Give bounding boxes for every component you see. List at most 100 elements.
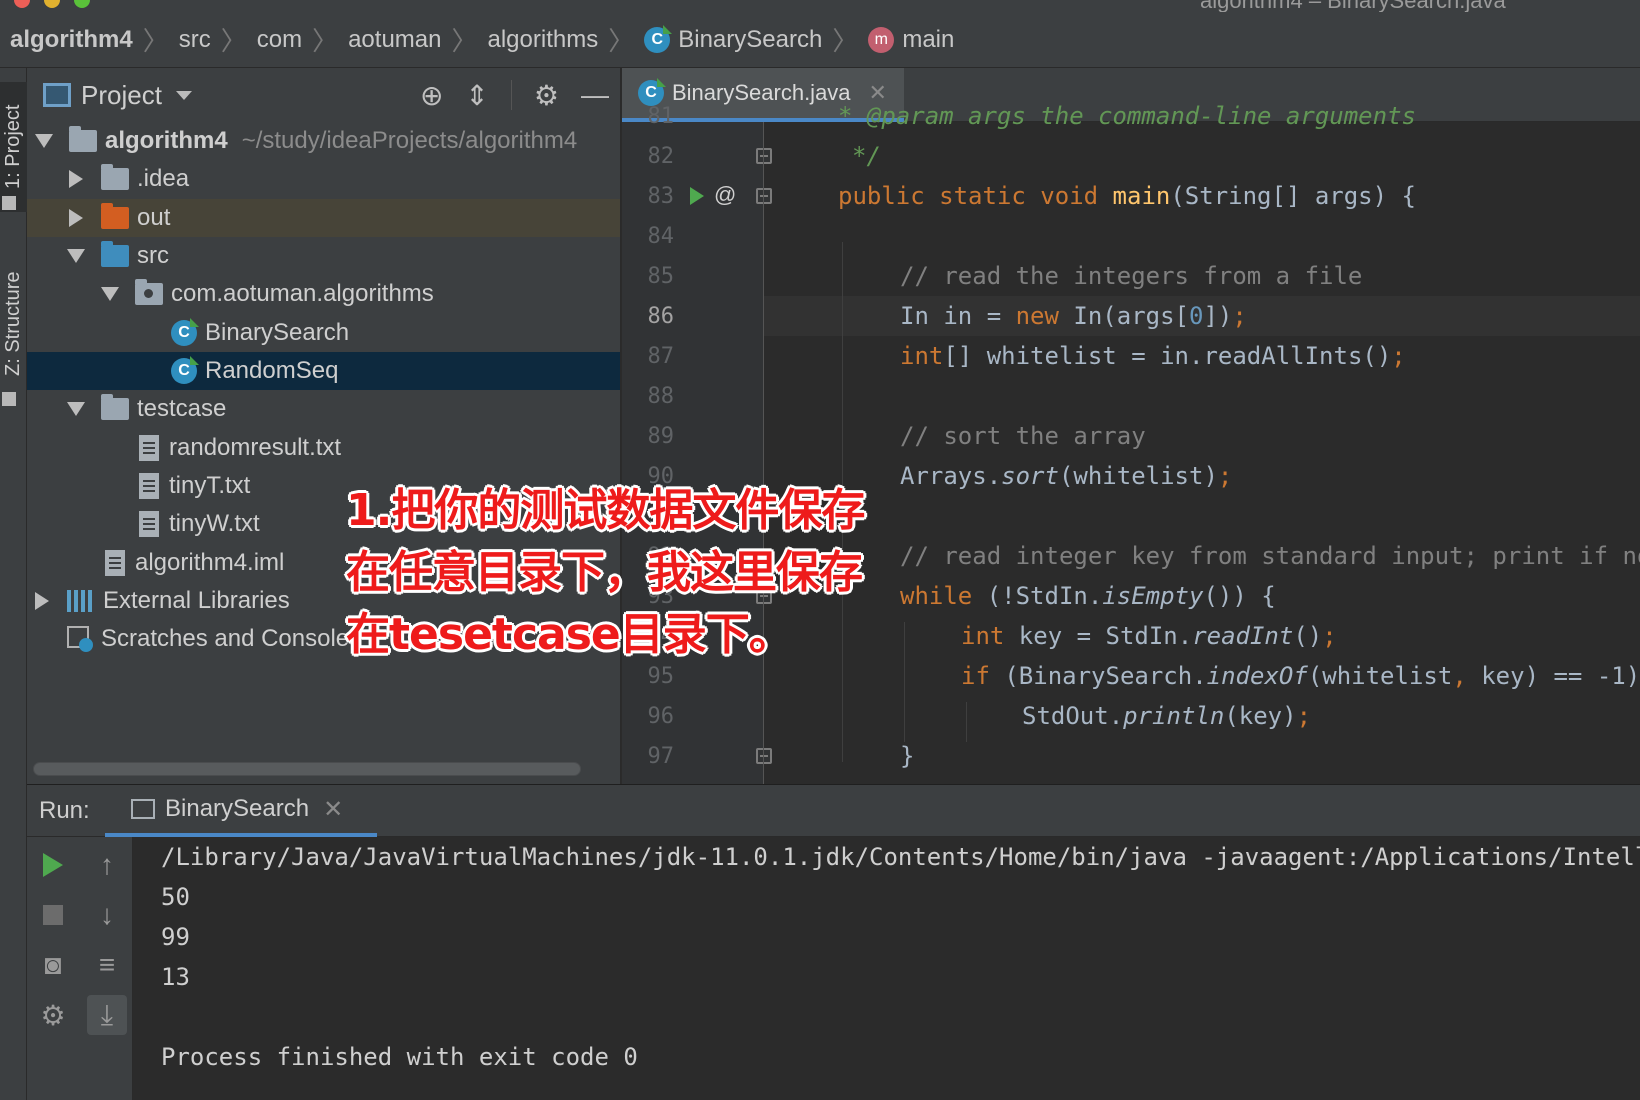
close-window-icon[interactable] (14, 0, 30, 8)
code-line-89: // sort the array (900, 422, 1146, 450)
chevron-right-icon: 〉 (451, 26, 478, 56)
horizontal-scrollbar[interactable] (33, 762, 581, 776)
chevron-right-icon: 〉 (142, 26, 169, 56)
tutorial-annotation: 1.把你的测试数据文件保存 在任意目录下，我这里保存 在tesetcase目录下… (346, 480, 906, 666)
code-line-90: Arrays.sort(whitelist); (900, 462, 1233, 490)
run-toolbar: ↑ ↓ ◙ ≡ ⚙ ⤓ (27, 837, 133, 1100)
project-icon (43, 83, 71, 107)
arrow-up-icon: ↑ (100, 849, 114, 880)
project-panel-tools: ⊕ ⇕ ⚙ — (420, 68, 609, 122)
console-line: /Library/Java/JavaVirtualMachines/jdk-11… (161, 843, 1640, 871)
folder-icon (101, 164, 129, 190)
close-tab-icon[interactable]: ✕ (323, 795, 343, 824)
annotation-line: 1.把你的测试数据文件保存 (346, 485, 865, 536)
code-line-95: if (BinarySearch.indexOf(whitelist, key)… (961, 662, 1640, 690)
module-folder-icon (69, 126, 97, 152)
breadcrumb-item-aotuman[interactable]: aotuman (348, 26, 441, 54)
code-editor: C BinarySearch.java ✕ 81 82 83 84 85 86 … (622, 68, 1640, 784)
code-line-96: StdOut.println(key); (1022, 702, 1312, 730)
tree-item-idea[interactable]: .idea (27, 160, 620, 198)
code-line-93: while (!StdIn.isEmpty()) { (900, 582, 1276, 610)
module-file-icon (105, 550, 125, 576)
camera-icon: ◙ (44, 949, 62, 980)
screenshot-button[interactable]: ◙ (33, 945, 73, 985)
project-tab-icon (2, 196, 16, 210)
gear-icon[interactable]: ⚙ (534, 79, 559, 112)
zoom-window-icon[interactable] (74, 0, 90, 8)
code-line-87: int[] whitelist = in.readAllInts(); (900, 342, 1406, 370)
breadcrumb-item-algorithms[interactable]: algorithms (488, 26, 599, 54)
console-line: 13 (161, 963, 190, 991)
chevron-right-icon: 〉 (312, 26, 339, 56)
wrap-icon: ≡ (98, 949, 116, 980)
breadcrumb-item-src[interactable]: src (179, 26, 211, 54)
annotation-gutter-icon: @ (714, 182, 737, 207)
tree-item-randomresult[interactable]: randomresult.txt (27, 429, 620, 467)
tool-tab-structure[interactable]: Z: Structure (0, 254, 27, 394)
annotation-line: 在任意目录下，我这里保存 (346, 547, 863, 598)
line-number: 89 (647, 424, 675, 449)
structure-tab-icon (2, 392, 16, 406)
expand-arrow-icon[interactable] (101, 287, 119, 301)
class-icon: C (171, 358, 197, 384)
tree-item-testcase[interactable]: testcase (27, 390, 620, 428)
title-bar: algorithm4 – BinarySearch.java (0, 0, 1640, 12)
tree-item-randomseq[interactable]: C RandomSeq (27, 352, 620, 390)
tree-item-src[interactable]: src (27, 237, 620, 275)
class-icon: C (644, 26, 671, 53)
line-number: 85 (647, 264, 675, 289)
console-icon (131, 799, 155, 819)
scroll-down-button[interactable]: ↓ (87, 895, 127, 935)
breadcrumb-item-class[interactable]: C BinarySearch (644, 26, 822, 54)
breadcrumb-item-com[interactable]: com (257, 26, 302, 54)
expand-arrow-icon[interactable] (67, 402, 85, 416)
run-gutter-icon[interactable] (690, 187, 704, 205)
scroll-up-button[interactable]: ↑ (87, 845, 127, 885)
chevron-right-icon: 〉 (832, 26, 859, 56)
code-line-86: In in = new In(args[0]); (900, 302, 1247, 330)
run-label: Run: (39, 796, 90, 824)
collapse-all-icon[interactable]: ⇕ (465, 79, 488, 112)
breadcrumb-item-project[interactable]: algorithm4 (10, 26, 133, 54)
tree-item-out[interactable]: out (27, 199, 620, 237)
code-area[interactable]: * @param args the command-line arguments… (764, 102, 1640, 784)
excluded-folder-icon (101, 203, 129, 229)
locate-icon[interactable]: ⊕ (420, 79, 443, 112)
minimize-icon[interactable]: — (581, 79, 609, 111)
project-view-selector[interactable]: Project (43, 80, 192, 111)
settings-button[interactable]: ⚙ (33, 995, 73, 1035)
editor-gutter: 81 82 83 84 85 86 87 88 89 90 91 92 93 9… (622, 104, 772, 784)
method-icon: m (868, 26, 895, 53)
breadcrumb-item-method[interactable]: m main (868, 26, 954, 54)
gear-icon: ⚙ (40, 999, 66, 1031)
tree-item-algorithm4[interactable]: algorithm4 ~/study/ideaProjects/algorith… (27, 122, 620, 160)
code-line-97: } (900, 742, 915, 770)
console-output[interactable]: /Library/Java/JavaVirtualMachines/jdk-11… (161, 837, 1640, 1100)
line-number: 96 (647, 704, 675, 729)
console-line: 99 (161, 923, 190, 951)
tree-item-binarysearch[interactable]: C BinarySearch (27, 314, 620, 352)
expand-arrow-icon[interactable] (35, 134, 53, 148)
play-icon (43, 853, 63, 877)
scroll-to-end-button[interactable]: ⤓ (87, 995, 127, 1035)
window-title: algorithm4 – BinarySearch.java (1200, 0, 1506, 12)
soft-wrap-button[interactable]: ≡ (87, 945, 127, 985)
tree-item-package[interactable]: com.aotuman.algorithms (27, 275, 620, 313)
line-number: 87 (647, 344, 675, 369)
run-panel: Run: BinarySearch ✕ ↑ ↓ ◙ ≡ ⚙ ⤓ /Library… (27, 784, 1640, 1100)
rerun-button[interactable] (33, 845, 73, 885)
collapse-arrow-icon[interactable] (35, 592, 49, 610)
line-number: 81 (647, 104, 675, 129)
run-tab-binarysearch[interactable]: BinarySearch ✕ (105, 785, 377, 837)
minimize-window-icon[interactable] (44, 0, 60, 8)
chevron-right-icon: 〉 (608, 26, 635, 56)
line-number: 86 (647, 304, 675, 329)
expand-arrow-icon[interactable] (67, 249, 85, 263)
tool-tab-project[interactable]: 1: Project (0, 82, 27, 212)
collapse-arrow-icon[interactable] (69, 170, 83, 188)
project-panel-header: Project ⊕ ⇕ ⚙ — (27, 68, 620, 122)
console-line: 50 (161, 883, 190, 911)
collapse-arrow-icon[interactable] (69, 209, 83, 227)
arrow-down-icon: ↓ (100, 899, 114, 930)
stop-button[interactable] (33, 895, 73, 935)
